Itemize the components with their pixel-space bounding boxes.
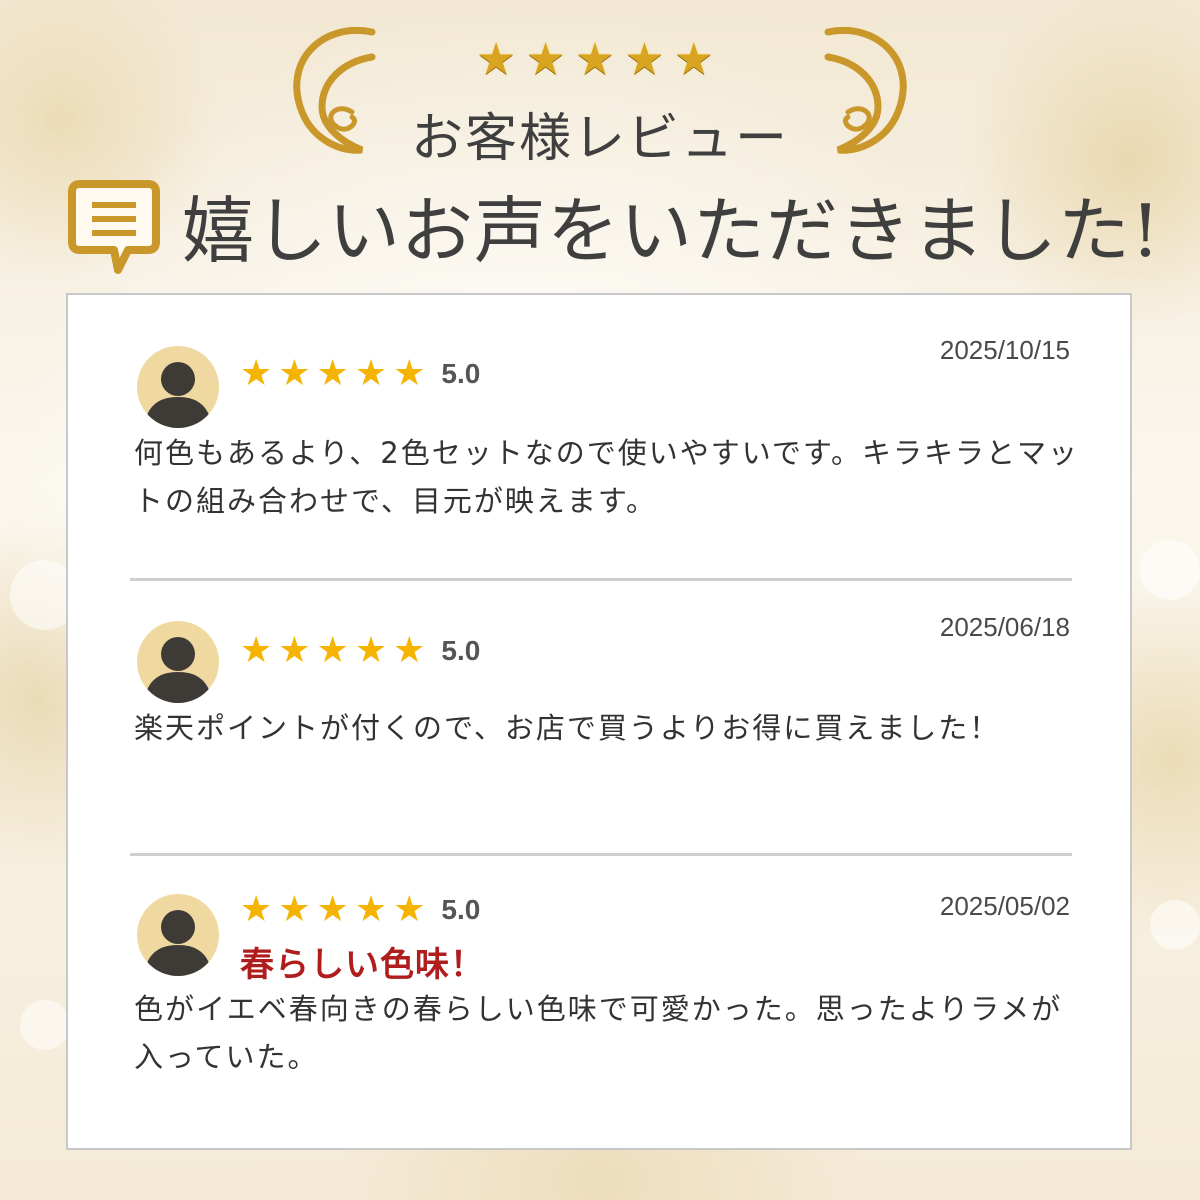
page-title: 嬉しいお声をいただきました! [182, 189, 1161, 273]
review-date: 2025/05/02 [939, 891, 1070, 921]
bokeh-light [20, 1000, 70, 1050]
review-text: 色がイエベ春向きの春らしい色味で可愛かった。思ったよりラメが入っていた。 [134, 992, 1063, 1074]
rating-score: 5.0 [441, 893, 481, 925]
user-avatar-icon [137, 894, 219, 976]
header-stars: ★★★★★ [476, 34, 724, 85]
rating-stars: ★★★★★ [240, 889, 432, 930]
rating: ★★★★★ 5.0 [240, 630, 480, 671]
user-avatar-icon [137, 621, 219, 703]
review-title: 春らしい色味！ [240, 945, 485, 985]
rating-score: 5.0 [441, 357, 481, 389]
divider [130, 853, 1072, 856]
rating: ★★★★★ 5.0 [240, 353, 480, 394]
review-card: ★★★★★ 5.0 2025/10/15 何色もあるより、2色セットなので使いや… [66, 293, 1132, 1150]
bokeh-light [1140, 540, 1200, 600]
review-date: 2025/06/18 [939, 612, 1070, 642]
review-date: 2025/10/15 [939, 335, 1070, 365]
rating-score: 5.0 [441, 634, 481, 666]
section-subtitle: お客様レビュー [410, 109, 789, 169]
rating-stars: ★★★★★ [240, 353, 432, 394]
review-text: 何色もあるより、2色セットなので使いやすいです。キラキラとマットの組み合わせで、… [134, 436, 1079, 518]
divider [130, 578, 1072, 581]
rating-stars: ★★★★★ [240, 630, 432, 671]
bokeh-light [1150, 900, 1200, 950]
review-text: 楽天ポイントが付くので、お店で買うよりお得に買えました！ [134, 711, 1001, 745]
speech-bubble-icon [68, 180, 160, 274]
rating: ★★★★★ 5.0 [240, 889, 480, 930]
title-row: 嬉しいお声をいただきました! [66, 172, 1166, 274]
user-avatar-icon [137, 346, 219, 428]
